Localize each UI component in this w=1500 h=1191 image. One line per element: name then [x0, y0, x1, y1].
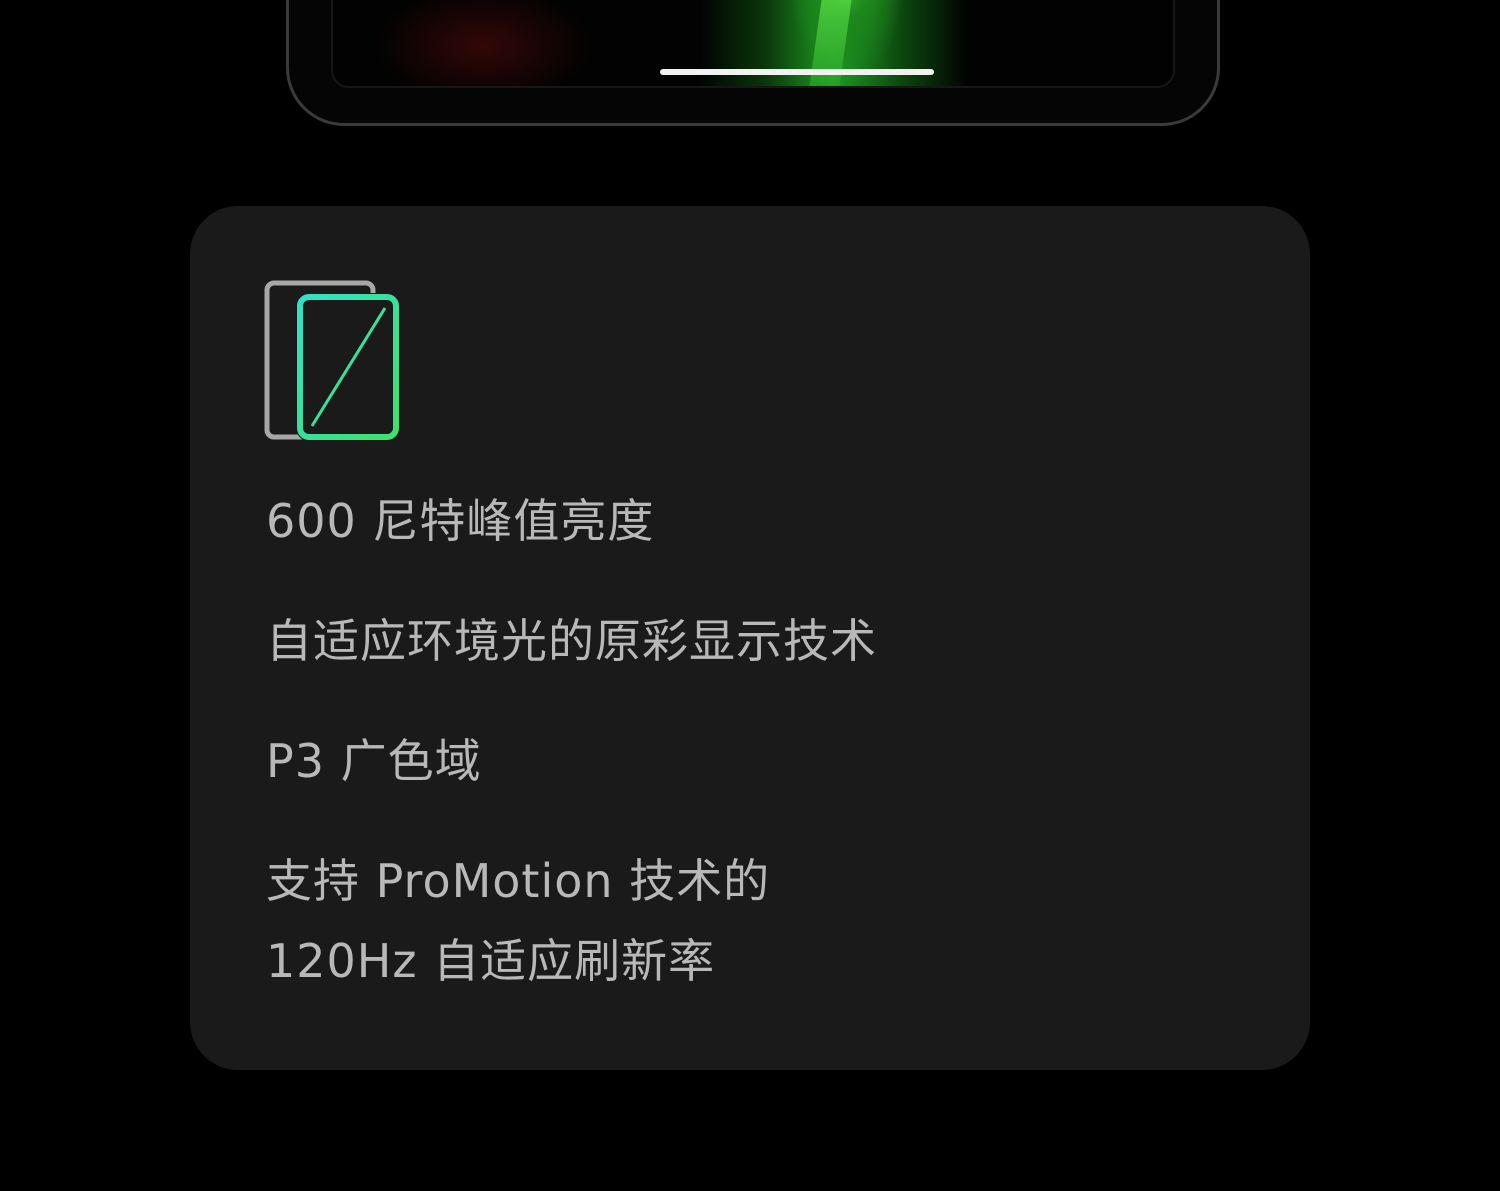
feature-p3-wide-color: P3 广色域 — [266, 734, 482, 788]
display-size-icon — [264, 280, 400, 440]
ipad-device-frame — [286, 0, 1220, 126]
feature-promotion-line-1: 支持 ProMotion 技术的 — [266, 854, 771, 908]
feature-peak-brightness: 600 尼特峰值亮度 — [266, 494, 655, 548]
home-indicator — [660, 69, 934, 75]
feature-promotion: 支持 ProMotion 技术的 120Hz 自适应刷新率 — [266, 841, 770, 1001]
page: 600 尼特峰值亮度 自适应环境光的原彩显示技术 P3 广色域 支持 ProMo… — [0, 0, 1500, 1191]
feature-true-tone: 自适应环境光的原彩显示技术 — [266, 614, 877, 668]
feature-promotion-line-2: 120Hz 自适应刷新率 — [266, 934, 716, 988]
ipad-screen — [331, 0, 1175, 88]
ipad-screen-image-red-glow — [373, 0, 593, 86]
